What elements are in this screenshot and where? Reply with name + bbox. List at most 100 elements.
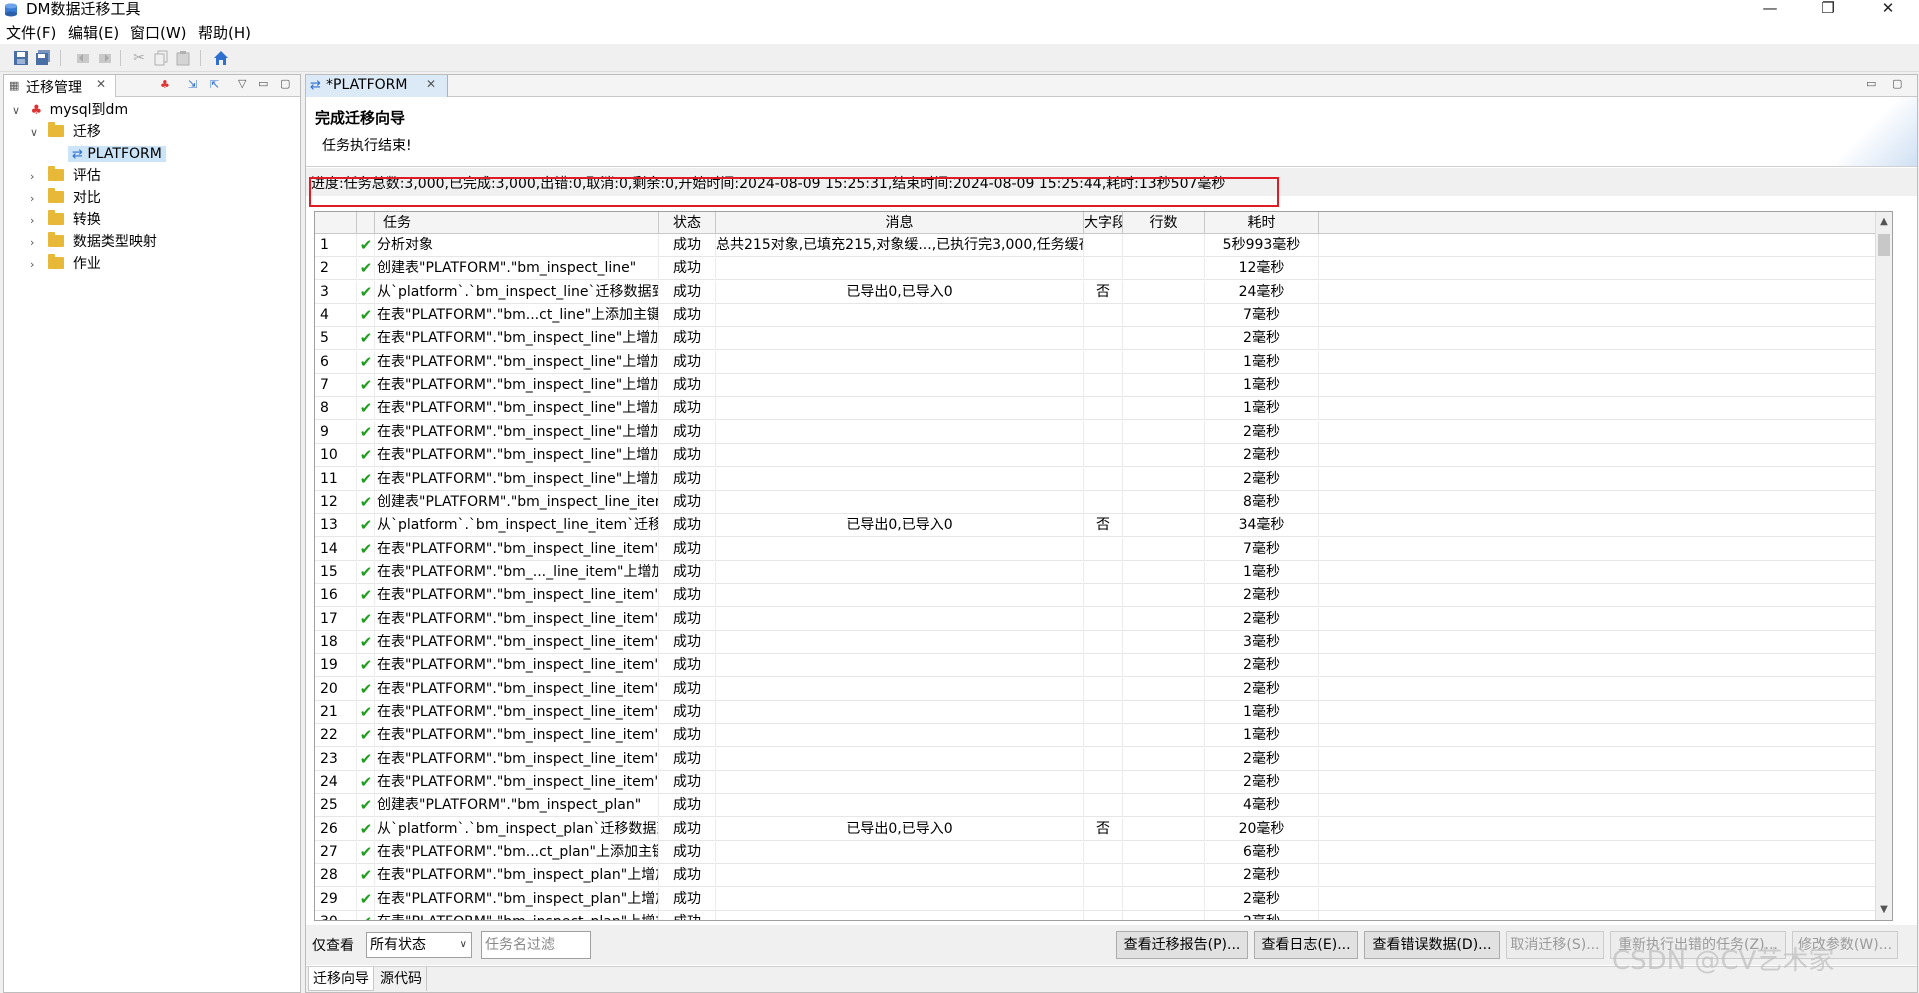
cell-status-icon: ✔	[357, 817, 375, 841]
cell-status-icon: ✔	[357, 607, 375, 631]
view-log-button[interactable]: 查看日志(E)...	[1254, 931, 1358, 959]
scroll-down-icon[interactable]: ▼	[1876, 902, 1892, 918]
vertical-scrollbar[interactable]: ▲ ▼	[1875, 212, 1892, 920]
table-row[interactable]: 30✔在表"PLATFORM"."bm_inspect_plan"上增加字段c成…	[315, 911, 1892, 920]
menu-file[interactable]: 文件(F)	[6, 23, 56, 43]
table-row[interactable]: 2 ✔ 创建表"PLATFORM"."bm_inspect_line" 成功 12毫秒	[315, 257, 1892, 281]
undo-icon[interactable]	[74, 49, 92, 67]
import-icon[interactable]: ⇲	[188, 78, 197, 91]
view-report-button[interactable]: 查看迁移报告(P)...	[1116, 931, 1248, 959]
close-window-button[interactable]: ✕	[1863, 0, 1913, 22]
table-row[interactable]: 12 ✔ 创建表"PLATFORM"."bm_inspect_line_item" 成…	[315, 490, 1892, 514]
editor-tab-bar: ⇄ *PLATFORM ✕ ▭ ▢	[306, 75, 1917, 97]
tree-item-compare[interactable]: › 对比	[30, 187, 101, 209]
table-row[interactable]: 25 ✔ 创建表"PLATFORM"."bm_inspect_plan" 成功 4毫秒	[315, 794, 1892, 818]
task-name-filter-input[interactable]: 任务名过滤	[481, 931, 591, 959]
tab-platform[interactable]: ⇄ *PLATFORM ✕	[306, 75, 448, 97]
table-row[interactable]: 3✔从`platform`.`bm_inspect_line`迁移数据到"PLA…	[315, 280, 1892, 304]
table-row[interactable]: 26✔从`platform`.`bm_inspect_plan`迁移数据到"PL…	[315, 817, 1892, 841]
save-icon[interactable]	[12, 49, 30, 67]
table-row[interactable]: 27✔在表"PLATFORM"."bm...ct_plan"上添加主键约束成功 6…	[315, 841, 1892, 865]
table-row[interactable]: 19✔在表"PLATFORM"."bm_inspect_line_item"上增…	[315, 654, 1892, 678]
chevron-right-icon[interactable]: ›	[30, 188, 44, 210]
menu-help[interactable]: 帮助(H)	[198, 23, 251, 43]
view-error-data-button[interactable]: 查看错误数据(D)...	[1364, 931, 1500, 959]
chevron-right-icon[interactable]: ›	[30, 254, 44, 276]
cell-rows	[1123, 584, 1205, 608]
minimize-view-icon[interactable]: ▭	[258, 77, 268, 90]
chevron-right-icon[interactable]: ›	[30, 210, 44, 232]
table-row[interactable]: 7✔在表"PLATFORM"."bm_inspect_line"上增加字段c成功…	[315, 374, 1892, 398]
paste-icon[interactable]	[174, 49, 192, 67]
table-row[interactable]: 10✔在表"PLATFORM"."bm_inspect_line"上增加字段n成…	[315, 444, 1892, 468]
tree-item-root[interactable]: ∨ ♣ mysql到dm	[12, 99, 128, 121]
chevron-down-icon[interactable]: ∨	[30, 122, 44, 144]
table-row[interactable]: 17✔在表"PLATFORM"."bm_inspect_line_item"上增…	[315, 607, 1892, 631]
table-row[interactable]: 23✔在表"PLATFORM"."bm_inspect_line_item"上增…	[315, 747, 1892, 771]
table-row[interactable]: 18✔在表"PLATFORM"."bm_inspect_line_item"上增…	[315, 630, 1892, 654]
tree-item-type-mapping[interactable]: › 数据类型映射	[30, 231, 157, 253]
table-row[interactable]: 15✔在表"PLATFORM"."bm_..._line_item"上增加注释成…	[315, 560, 1892, 584]
close-icon[interactable]: ✕	[96, 77, 106, 91]
view-menu-icon[interactable]: ▽	[238, 77, 246, 90]
tree-item-convert[interactable]: › 转换	[30, 209, 101, 231]
table-row[interactable]: 22✔在表"PLATFORM"."bm_inspect_line_item"上增…	[315, 724, 1892, 748]
maximize-view-icon[interactable]: ▢	[1892, 77, 1902, 90]
table-row[interactable]: 8✔在表"PLATFORM"."bm_inspect_line"上增加字段u成功…	[315, 397, 1892, 421]
tab-source-code[interactable]: 源代码	[376, 967, 427, 991]
col-header-rows[interactable]: 行数	[1123, 212, 1205, 234]
redo-icon[interactable]	[96, 49, 114, 67]
table-row[interactable]: 16✔在表"PLATFORM"."bm_inspect_line_item"上增…	[315, 584, 1892, 608]
col-header-task[interactable]: 任务	[375, 212, 659, 234]
cell-message	[716, 864, 1084, 888]
col-header-time[interactable]: 耗时	[1205, 212, 1319, 234]
copy-icon[interactable]	[152, 49, 170, 67]
cell-status-icon: ✔	[357, 841, 375, 865]
cut-icon[interactable]: ✂	[130, 49, 148, 67]
menu-edit[interactable]: 编辑(E)	[68, 23, 119, 43]
tree-item-migration[interactable]: ∨ 迁移	[30, 121, 101, 143]
cell-index: 23	[315, 747, 357, 771]
menu-window[interactable]: 窗口(W)	[130, 23, 187, 43]
status-filter-select[interactable]: 所有状态 ∨	[366, 932, 472, 958]
tree-item-jobs[interactable]: › 作业	[30, 253, 101, 275]
col-header-status[interactable]: 状态	[659, 212, 716, 234]
table-row[interactable]: 6✔在表"PLATFORM"."bm_inspect_line"上增加字段c成功…	[315, 350, 1892, 374]
chevron-down-icon[interactable]: ∨	[12, 100, 26, 122]
table-row[interactable]: 5✔在表"PLATFORM"."bm_inspect_line"上增加注释成功 2…	[315, 327, 1892, 351]
table-row[interactable]: 28✔在表"PLATFORM"."bm_inspect_plan"上增加注释成功…	[315, 864, 1892, 888]
table-row[interactable]: 24✔在表"PLATFORM"."bm_inspect_line_item"上增…	[315, 771, 1892, 795]
table-row[interactable]: 11✔在表"PLATFORM"."bm_inspect_line"上增加字段is…	[315, 467, 1892, 491]
minimize-button[interactable]: —	[1745, 0, 1795, 22]
col-header-lob[interactable]: 大字段	[1084, 212, 1123, 234]
table-row[interactable]: 29✔在表"PLATFORM"."bm_inspect_plan"上增加字段c成…	[315, 887, 1892, 911]
home-icon[interactable]	[212, 49, 230, 67]
restore-button[interactable]: ❐	[1803, 0, 1853, 22]
scroll-up-icon[interactable]: ▲	[1876, 214, 1892, 230]
table-row[interactable]: 4 ✔ 在表"PLATFORM"."bm...ct_line"上添加主键约束 成功 7毫…	[315, 304, 1892, 328]
cell-rows	[1123, 607, 1205, 631]
cancel-migration-button[interactable]: 取消迁移(S)...	[1506, 931, 1604, 959]
chevron-right-icon[interactable]: ›	[30, 232, 44, 254]
table-row[interactable]: 13✔从`platform`.`bm_inspect_line_item`迁移数…	[315, 514, 1892, 538]
minimize-view-icon[interactable]: ▭	[1866, 77, 1876, 90]
table-row[interactable]: 9✔在表"PLATFORM"."bm_inspect_line"上增加字段u成功…	[315, 420, 1892, 444]
cell-lob	[1084, 397, 1123, 421]
tab-wizard[interactable]: 迁移向导	[308, 967, 374, 991]
close-icon[interactable]: ✕	[426, 77, 436, 91]
scroll-thumb[interactable]	[1878, 234, 1890, 256]
save-all-icon[interactable]	[34, 49, 52, 67]
cell-status: 成功	[659, 444, 716, 468]
connections-icon[interactable]: ♣	[160, 78, 170, 91]
chevron-right-icon[interactable]: ›	[30, 166, 44, 188]
col-header-message[interactable]: 消息	[716, 212, 1084, 234]
export-icon[interactable]: ⇱	[210, 78, 219, 91]
maximize-view-icon[interactable]: ▢	[280, 77, 290, 90]
table-row[interactable]: 1 ✔ 分析对象 成功 总共215对象,已填充215,对象缓...,已执行完3,000,…	[315, 234, 1892, 257]
table-row[interactable]: 14✔在表"PLATFORM"."bm_inspect_line_item"上添…	[315, 537, 1892, 561]
table-row[interactable]: 20✔在表"PLATFORM"."bm_inspect_line_item"上增…	[315, 677, 1892, 701]
tab-migration-management[interactable]: ▦ 迁移管理 ✕	[4, 75, 116, 97]
table-row[interactable]: 21✔在表"PLATFORM"."bm_inspect_line_item"上增…	[315, 701, 1892, 724]
tree-item-platform[interactable]: ⇄ PLATFORM	[68, 143, 166, 165]
tree-item-assess[interactable]: › 评估	[30, 165, 101, 187]
